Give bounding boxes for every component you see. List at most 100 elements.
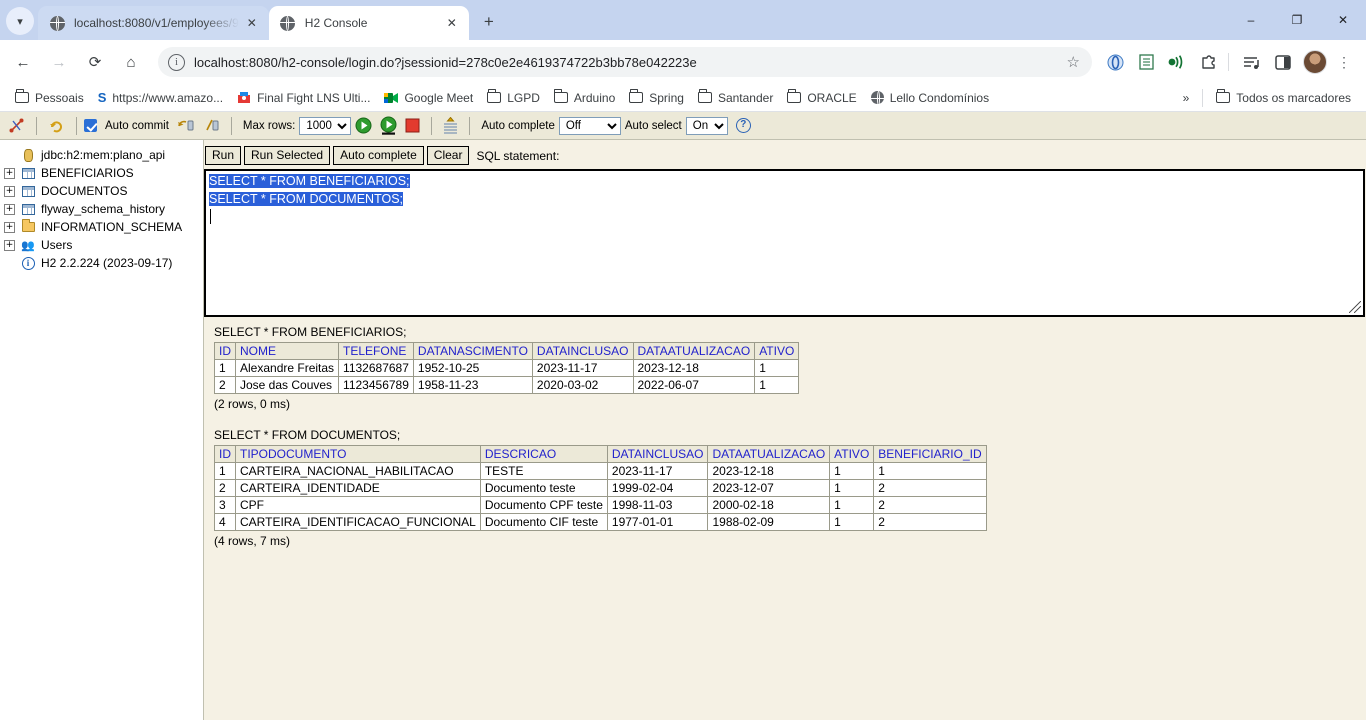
bookmark-label: Santander bbox=[717, 90, 774, 105]
resize-handle[interactable] bbox=[1349, 301, 1361, 313]
table-cell: 2 bbox=[214, 479, 236, 497]
bookmark-item-santander[interactable]: Santander bbox=[691, 88, 780, 108]
bookmark-item-amazon[interactable]: S https://www.amazo... bbox=[91, 87, 230, 108]
globe-icon bbox=[870, 91, 886, 106]
new-tab-button[interactable]: + bbox=[475, 8, 503, 36]
column-header[interactable]: ATIVO bbox=[829, 445, 875, 463]
tab-search-button[interactable]: ▾ bbox=[6, 7, 34, 35]
database-tree: jdbc:h2:mem:plano_api + BENEFICIARIOS + … bbox=[0, 140, 204, 720]
table-cell: 2020-03-02 bbox=[531, 376, 634, 394]
table-cell: Documento CPF teste bbox=[479, 496, 608, 514]
column-header[interactable]: DATAATUALIZACAO bbox=[632, 342, 756, 360]
column-header[interactable]: ID bbox=[214, 445, 236, 463]
run-button[interactable]: Run bbox=[205, 146, 242, 165]
bookmark-item-google-meet[interactable]: Google Meet bbox=[377, 88, 480, 108]
tree-item-connection[interactable]: jdbc:h2:mem:plano_api bbox=[4, 146, 203, 164]
bookmark-star-icon[interactable]: ☆ bbox=[1067, 53, 1080, 71]
tree-item-beneficiarios[interactable]: + BENEFICIARIOS bbox=[4, 164, 203, 182]
browser-menu-icon[interactable]: ⋮ bbox=[1330, 48, 1358, 76]
close-tab-icon[interactable]: ✕ bbox=[243, 14, 261, 32]
cast-active-icon[interactable] bbox=[1163, 48, 1191, 76]
column-header[interactable]: NOME bbox=[234, 342, 340, 360]
home-button[interactable]: ⌂ bbox=[116, 47, 146, 77]
browser-tab-2[interactable]: H2 Console ✕ bbox=[268, 6, 469, 40]
disconnect-icon[interactable] bbox=[8, 117, 25, 134]
sql-editor-textarea[interactable]: SELECT * FROM BENEFICIARIOS; SELECT * FR… bbox=[204, 169, 1365, 317]
bookmark-item-arduino[interactable]: Arduino bbox=[547, 88, 622, 108]
rollback-icon[interactable] bbox=[204, 118, 220, 133]
refresh-icon[interactable] bbox=[48, 117, 65, 134]
table-cell: 1 bbox=[754, 359, 800, 377]
column-header[interactable]: DATAATUALIZACAO bbox=[707, 445, 831, 463]
address-bar[interactable]: i localhost:8080/h2-console/login.do?jse… bbox=[158, 47, 1092, 77]
expand-icon[interactable]: + bbox=[4, 185, 15, 197]
auto-commit-checkbox[interactable] bbox=[84, 119, 97, 132]
reading-list-icon[interactable] bbox=[1132, 48, 1160, 76]
history-icon[interactable] bbox=[443, 117, 458, 134]
expand-icon[interactable]: + bbox=[4, 239, 15, 251]
browser-tab-1[interactable]: localhost:8080/v1/employees/9 ✕ bbox=[38, 6, 269, 40]
table-cell: 2 bbox=[214, 376, 236, 394]
commit-icon[interactable] bbox=[177, 118, 196, 133]
table-cell: 1988-02-09 bbox=[707, 513, 831, 531]
extensions-puzzle-icon[interactable] bbox=[1194, 48, 1222, 76]
table-cell: 3 bbox=[214, 496, 236, 514]
table-cell: 2 bbox=[873, 513, 987, 531]
folder-icon bbox=[15, 89, 29, 103]
back-button[interactable]: ← bbox=[8, 47, 38, 77]
bookmark-item-lello[interactable]: Lello Condomínios bbox=[864, 88, 996, 108]
column-header[interactable]: BENEFICIARIO_ID bbox=[873, 445, 987, 463]
run-icon[interactable] bbox=[355, 117, 372, 134]
auto-commit-label: Auto commit bbox=[105, 119, 169, 132]
column-header[interactable]: DATAINCLUSAO bbox=[606, 445, 709, 463]
column-header[interactable]: DATAINCLUSAO bbox=[531, 342, 634, 360]
table-cell: CARTEIRA_IDENTIFICACAO_FUNCIONAL bbox=[235, 513, 481, 531]
side-panel-icon[interactable] bbox=[1269, 48, 1297, 76]
bookmark-item-final-fight[interactable]: Final Fight LNS Ulti... bbox=[230, 88, 377, 108]
tree-item-users[interactable]: + 👥 Users bbox=[4, 236, 203, 254]
all-bookmarks-button[interactable]: Todos os marcadores bbox=[1209, 88, 1358, 108]
bookmark-item-lgpd[interactable]: LGPD bbox=[480, 88, 547, 108]
max-rows-select[interactable]: 1000 bbox=[299, 116, 352, 135]
column-header[interactable]: TIPODOCUMENTO bbox=[235, 445, 481, 463]
tree-item-information-schema[interactable]: + INFORMATION_SCHEMA bbox=[4, 218, 203, 236]
table-cell: Documento teste bbox=[479, 479, 608, 497]
expand-icon[interactable]: + bbox=[4, 167, 15, 179]
tree-item-documentos[interactable]: + DOCUMENTOS bbox=[4, 182, 203, 200]
table-cell: 2023-12-07 bbox=[707, 479, 831, 497]
clear-button[interactable]: Clear bbox=[426, 146, 470, 165]
close-tab-icon[interactable]: ✕ bbox=[443, 14, 461, 32]
help-icon[interactable]: ? bbox=[735, 118, 751, 133]
column-header[interactable]: ID bbox=[214, 342, 236, 360]
forward-button[interactable]: → bbox=[44, 47, 74, 77]
auto-complete-select[interactable]: Off bbox=[558, 116, 621, 135]
column-header[interactable]: DESCRICAO bbox=[479, 445, 608, 463]
column-header[interactable]: ATIVO bbox=[754, 342, 800, 360]
close-window-button[interactable]: ✕ bbox=[1320, 4, 1366, 36]
column-header[interactable]: DATANASCIMENTO bbox=[412, 342, 533, 360]
column-header[interactable]: TELEFONE bbox=[338, 342, 414, 360]
bookmark-item-pessoais[interactable]: Pessoais bbox=[8, 88, 91, 108]
site-info-icon[interactable]: i bbox=[168, 53, 185, 71]
maximize-button[interactable]: ❐ bbox=[1274, 4, 1320, 36]
extension-blue-icon[interactable] bbox=[1101, 48, 1129, 76]
tree-item-label: Users bbox=[41, 238, 73, 252]
expand-icon[interactable]: + bbox=[4, 221, 15, 233]
reload-button[interactable]: ⟳ bbox=[80, 47, 110, 77]
bookmark-item-oracle[interactable]: ORACLE bbox=[780, 88, 863, 108]
run-selected-button[interactable]: Run Selected bbox=[244, 146, 331, 165]
bookmark-item-spring[interactable]: Spring bbox=[622, 88, 691, 108]
table-cell: 1 bbox=[214, 462, 236, 480]
tree-item-flyway-schema-history[interactable]: + flyway_schema_history bbox=[4, 200, 203, 218]
table-cell: 1 bbox=[873, 462, 987, 480]
auto-select-select[interactable]: On bbox=[685, 116, 728, 135]
downloads-list-icon[interactable] bbox=[1238, 48, 1266, 76]
bookmarks-bar-right: » Todos os marcadores bbox=[1176, 88, 1358, 108]
run-selected-icon[interactable] bbox=[380, 116, 397, 135]
profile-avatar[interactable] bbox=[1303, 50, 1327, 74]
bookmarks-overflow-button[interactable]: » bbox=[1176, 88, 1197, 108]
auto-complete-button[interactable]: Auto complete bbox=[333, 146, 424, 165]
stop-icon[interactable] bbox=[405, 118, 420, 133]
expand-icon[interactable]: + bbox=[4, 203, 15, 215]
minimize-button[interactable]: – bbox=[1228, 4, 1274, 36]
